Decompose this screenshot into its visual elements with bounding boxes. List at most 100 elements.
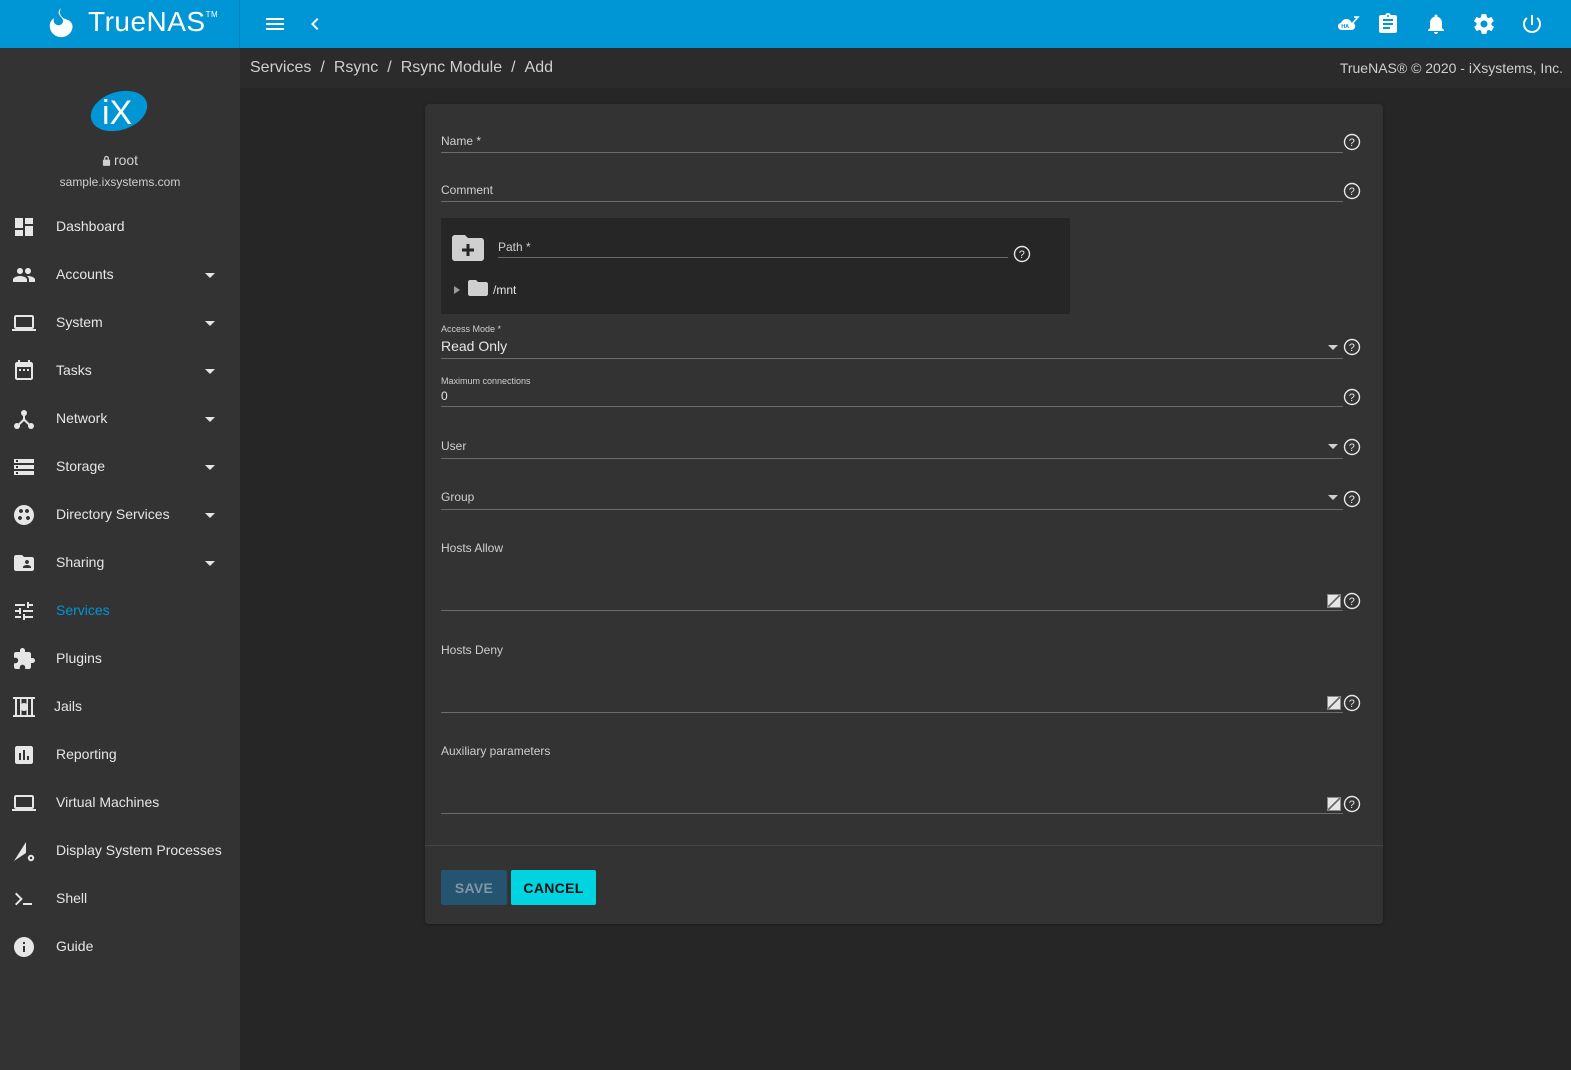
svg-text:?: ? [1349, 494, 1355, 506]
sidebar-item-display-system-processes[interactable]: Display System Processes [0, 827, 240, 875]
path-input[interactable] [498, 257, 1008, 258]
hosts-allow-help-icon[interactable]: ? [1343, 592, 1361, 610]
save-button[interactable]: SAVE [441, 870, 507, 905]
sidebar-item-shell[interactable]: Shell [0, 875, 240, 923]
group-help-icon[interactable]: ? [1343, 490, 1361, 508]
comment-help-icon[interactable]: ? [1343, 182, 1361, 200]
rsync-module-form: Name * ? Comment ? Path * ? /mnt Access … [425, 104, 1383, 924]
menu-icon[interactable] [263, 12, 287, 36]
hosts-deny-textarea[interactable]: Hosts Deny [441, 641, 1343, 713]
sidebar-item-dashboard[interactable]: Dashboard [0, 203, 240, 251]
brand: TrueNASTM [0, 0, 240, 48]
name-help-icon[interactable]: ? [1343, 133, 1361, 151]
sidebar-item-label: Plugins [56, 650, 102, 666]
sidebar-item-label: Reporting [56, 746, 117, 762]
svg-text:?: ? [1349, 392, 1355, 404]
sidebar-item-storage[interactable]: Storage [0, 443, 240, 491]
bell-icon[interactable] [1424, 12, 1448, 36]
sidebar-item-reporting[interactable]: Reporting [0, 731, 240, 779]
resize-handle-icon[interactable] [1327, 797, 1341, 811]
chevron-down-icon [1328, 345, 1338, 350]
chevron-down-icon [1328, 444, 1338, 449]
tune-icon [12, 599, 36, 623]
hosts-allow-textarea[interactable]: Hosts Allow [441, 539, 1343, 611]
max-connections-value: 0 [441, 389, 448, 403]
svg-text:?: ? [1349, 596, 1355, 608]
auxiliary-parameters-help-icon[interactable]: ? [1343, 795, 1361, 813]
power-icon[interactable] [1520, 12, 1544, 36]
sidebar-item-label: Dashboard [56, 218, 125, 234]
brand-name: TrueNASTM [88, 6, 219, 37]
sidebar-item-sharing[interactable]: Sharing [0, 539, 240, 587]
user-label: User [441, 439, 467, 453]
group-select[interactable]: Group [441, 488, 1343, 510]
max-connections-input[interactable]: Maximum connections 0 [441, 376, 1343, 408]
chevron-down-icon [1328, 495, 1338, 500]
svg-text:?: ? [1349, 186, 1355, 198]
sidebar-item-directory-services[interactable]: Directory Services [0, 491, 240, 539]
lock-icon [102, 153, 111, 166]
sidebar-item-label: Sharing [56, 554, 105, 570]
svg-text:?: ? [1349, 442, 1355, 454]
sidebar-item-services[interactable]: Services [0, 587, 240, 635]
ix-logo: iX [90, 90, 148, 132]
path-help-icon[interactable]: ? [1013, 245, 1031, 263]
ha-icon[interactable]: HA [1336, 12, 1360, 36]
access-mode-value: Read Only [441, 338, 508, 354]
breadcrumb-rsync[interactable]: Rsync [334, 59, 378, 76]
access-mode-help-icon[interactable]: ? [1343, 338, 1361, 356]
name-label: Name * [441, 134, 482, 148]
breadcrumb-services[interactable]: Services [250, 59, 311, 76]
form-divider [425, 845, 1383, 846]
calendar-icon [12, 359, 36, 383]
sidebar-item-label: Services [56, 602, 110, 618]
computer-icon [12, 791, 36, 815]
access-mode-label: Access Mode * [441, 324, 502, 334]
user-help-icon[interactable]: ? [1343, 438, 1361, 456]
sidebar-item-virtual-machines[interactable]: Virtual Machines [0, 779, 240, 827]
hosts-deny-help-icon[interactable]: ? [1343, 694, 1361, 712]
user-select[interactable]: User [441, 437, 1343, 459]
collapse-icon[interactable] [303, 12, 327, 36]
sidebar-item-plugins[interactable]: Plugins [0, 635, 240, 683]
cancel-button[interactable]: CANCEL [511, 870, 596, 905]
hosts-allow-label: Hosts Allow [441, 541, 504, 555]
breadcrumb-rsync-module[interactable]: Rsync Module [401, 59, 502, 76]
sidebar-item-label: Storage [56, 458, 106, 474]
comment-label: Comment [441, 183, 494, 197]
shell-icon [12, 887, 36, 911]
sidebar-item-guide[interactable]: Guide [0, 923, 240, 971]
breadcrumb: Services / Rsync / Rsync Module / Add [250, 59, 554, 76]
resize-handle-icon[interactable] [1327, 696, 1341, 710]
directory-services-icon [12, 503, 36, 527]
gear-icon[interactable] [1472, 12, 1496, 36]
max-connections-help-icon[interactable]: ? [1343, 388, 1361, 406]
clipboard-icon[interactable] [1376, 12, 1400, 36]
auxiliary-parameters-textarea[interactable]: Auxiliary parameters [441, 742, 1343, 814]
sidebar-item-system[interactable]: System [0, 299, 240, 347]
name-field[interactable]: Name * [441, 132, 1343, 154]
sidebar-item-label: Network [56, 410, 108, 426]
svg-text:iX: iX [102, 94, 132, 132]
chart-icon [12, 743, 36, 767]
comment-field[interactable]: Comment [441, 181, 1343, 203]
max-connections-label: Maximum connections [441, 376, 531, 386]
sidebar-item-label: Shell [56, 890, 88, 906]
sidebar-item-accounts[interactable]: Accounts [0, 251, 240, 299]
user-info: root [0, 152, 240, 168]
svg-text:?: ? [1349, 698, 1355, 710]
access-mode-select[interactable]: Access Mode * Read Only [441, 324, 1343, 360]
dashboard-icon [12, 215, 36, 239]
info-icon [12, 935, 36, 959]
jail-icon [12, 695, 36, 719]
sidebar-item-jails[interactable]: Jails [0, 683, 240, 731]
resize-handle-icon[interactable] [1327, 594, 1341, 608]
chevron-down-icon [205, 321, 215, 326]
folder-icon [468, 280, 488, 296]
sidebar-item-network[interactable]: Network [0, 395, 240, 443]
sidebar-item-tasks[interactable]: Tasks [0, 347, 240, 395]
expand-arrow-icon[interactable] [454, 286, 460, 294]
svg-text:?: ? [1349, 799, 1355, 811]
sharing-icon [12, 551, 36, 575]
create-folder-icon[interactable] [452, 235, 484, 261]
